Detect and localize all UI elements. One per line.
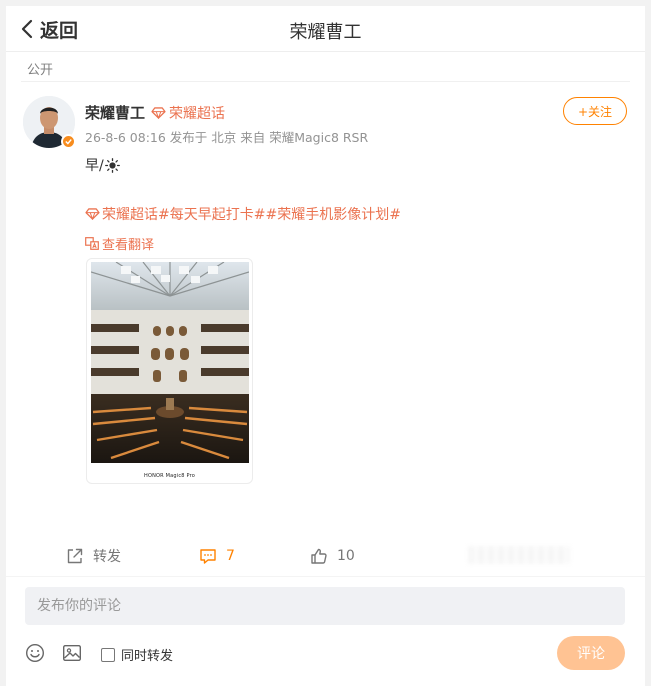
author-name[interactable]: 荣耀曹工: [85, 102, 145, 123]
super-topic-label: 荣耀超话: [169, 106, 225, 122]
comment-button[interactable]: 7: [199, 542, 235, 570]
photo-watermark: HONOR Magic8 Pro: [143, 473, 196, 479]
visibility-label: 公开: [27, 63, 54, 78]
repost-checkbox-label: 同时转发: [121, 649, 174, 664]
thumbs-up-icon: [311, 548, 327, 564]
comment-composer: 同时转发 评论: [6, 576, 645, 686]
translate-label: 查看翻译: [102, 238, 155, 253]
comment-input[interactable]: [25, 587, 625, 625]
super-topic-link[interactable]: 荣耀超话: [151, 103, 225, 123]
comment-icon: [200, 549, 216, 564]
topic-super-link[interactable]: 荣耀超话: [102, 204, 158, 224]
share-icon: [67, 548, 83, 564]
post-meta: 26-8-6 08:16 发布于 北京 来自 荣耀Magic8 RSR: [85, 130, 369, 145]
diamond-icon: [85, 208, 100, 220]
post-photo[interactable]: HONOR Magic8 Pro: [86, 258, 253, 484]
checkbox[interactable]: [101, 647, 115, 662]
image-icon[interactable]: [62, 643, 82, 663]
verified-badge-icon: [61, 134, 76, 149]
repost-button[interactable]: 转发: [66, 542, 121, 570]
blurred-region: [468, 546, 570, 564]
topic-hashtag-link[interactable]: #荣耀手机影像计划#: [265, 204, 400, 224]
topic-hashtag-link[interactable]: #每天早起打卡#: [158, 204, 265, 224]
submit-comment-button[interactable]: 评论: [557, 636, 625, 670]
page-title: 荣耀曹工: [289, 22, 362, 43]
diamond-icon: [151, 107, 166, 119]
repost-label: 转发: [93, 549, 121, 565]
translate-icon: [85, 237, 99, 250]
weibo-detail-page: 返回 荣耀曹工 公开 荣耀曹工 荣耀超话 26-8-6 08:16 发布于 北京…: [6, 6, 645, 686]
emoji-icon[interactable]: [25, 643, 45, 663]
like-button[interactable]: 10: [310, 542, 355, 570]
top-navigation-bar: 返回 荣耀曹工: [6, 6, 645, 52]
translate-link[interactable]: 查看翻译: [85, 234, 154, 253]
topic-links: 荣耀超话 #每天早起打卡# #荣耀手机影像计划#: [85, 204, 401, 224]
post-content: 早/: [85, 155, 120, 175]
repost-checkbox[interactable]: 同时转发: [101, 645, 173, 664]
comment-count: 7: [226, 548, 235, 564]
library-photo: [91, 262, 249, 463]
follow-button[interactable]: +关注: [563, 97, 627, 125]
sun-icon: [104, 157, 120, 173]
post-text: 早/: [85, 158, 104, 174]
divider: [21, 81, 630, 82]
like-count: 10: [337, 548, 355, 564]
